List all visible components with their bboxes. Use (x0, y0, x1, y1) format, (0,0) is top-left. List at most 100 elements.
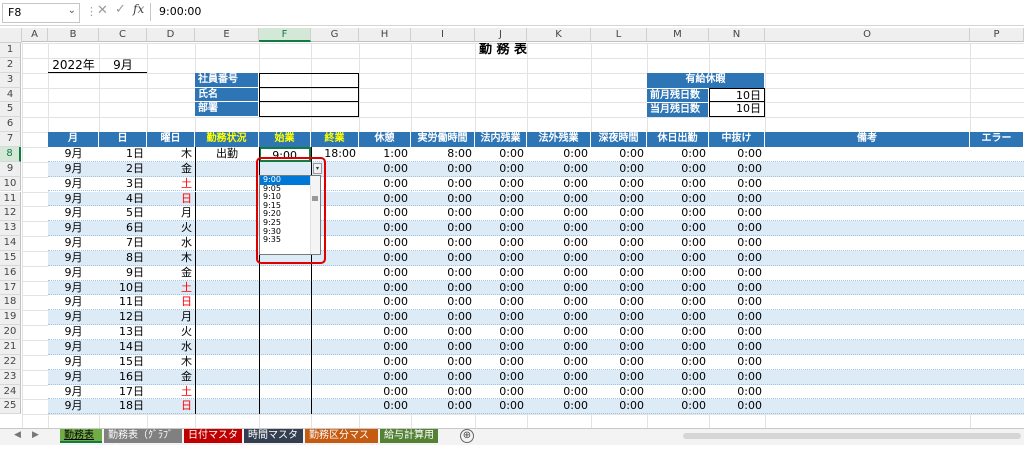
time-value[interactable]: 0:00 (475, 192, 527, 207)
month-value[interactable]: 9月 (48, 147, 99, 162)
work-hours-value[interactable]: 0:00 (411, 370, 475, 385)
weekday-value[interactable]: 木 (147, 251, 195, 266)
curr-month-value[interactable]: 10日 (709, 102, 765, 118)
time-value[interactable]: 0:00 (527, 221, 591, 236)
break-value[interactable]: 0:00 (359, 251, 411, 266)
day-value[interactable]: 4日 (99, 192, 147, 207)
prev-month-value[interactable]: 10日 (709, 87, 765, 103)
time-value[interactable]: 0:00 (591, 177, 647, 192)
work-hours-value[interactable]: 0:00 (411, 310, 475, 325)
break-value[interactable]: 0:00 (359, 221, 411, 236)
time-value[interactable]: 0:00 (475, 385, 527, 400)
time-value[interactable]: 0:00 (709, 370, 765, 385)
work-hours-value[interactable]: 0:00 (411, 221, 475, 236)
time-value[interactable]: 0:00 (527, 355, 591, 370)
month-value[interactable]: 9月 (48, 355, 99, 370)
time-value[interactable]: 0:00 (647, 385, 709, 400)
time-value[interactable]: 0:00 (591, 399, 647, 414)
time-value[interactable]: 0:00 (475, 340, 527, 355)
work-hours-value[interactable]: 0:00 (411, 385, 475, 400)
time-value[interactable]: 0:00 (527, 310, 591, 325)
time-value[interactable]: 0:00 (709, 325, 765, 340)
column-header-h[interactable]: H (359, 28, 411, 42)
year-cell[interactable]: 2022年 (48, 58, 99, 73)
break-value[interactable]: 1:00 (359, 147, 411, 162)
cancel-icon[interactable]: ✕ (97, 3, 108, 18)
row-header-5[interactable]: 5 (0, 102, 21, 118)
column-header-l[interactable]: L (591, 28, 647, 42)
time-value[interactable]: 0:00 (527, 177, 591, 192)
time-value[interactable]: 0:00 (591, 385, 647, 400)
column-header-o[interactable]: O (765, 28, 970, 42)
chevron-down-icon[interactable]: ⌄ (68, 5, 76, 16)
row-header-23[interactable]: 23 (0, 369, 21, 385)
break-value[interactable]: 0:00 (359, 310, 411, 325)
row-header-7[interactable]: 7 (0, 132, 21, 147)
row-header-17[interactable]: 17 (0, 280, 21, 296)
time-value[interactable]: 0:00 (591, 325, 647, 340)
work-hours-value[interactable]: 0:00 (411, 162, 475, 177)
day-value[interactable]: 16日 (99, 370, 147, 385)
row-header-1[interactable]: 1 (0, 43, 21, 58)
time-value[interactable]: 0:00 (527, 295, 591, 310)
time-value[interactable]: 0:00 (527, 147, 591, 162)
row-header-20[interactable]: 20 (0, 325, 21, 340)
dropdown-arrow-button[interactable]: ▾ (313, 163, 322, 174)
day-value[interactable]: 11日 (99, 295, 147, 310)
time-value[interactable]: 0:00 (527, 206, 591, 221)
column-header-k[interactable]: K (527, 28, 591, 42)
time-value[interactable]: 0:00 (709, 236, 765, 251)
row-header-12[interactable]: 12 (0, 206, 21, 222)
time-value[interactable]: 0:00 (709, 147, 765, 162)
time-value[interactable]: 0:00 (709, 162, 765, 177)
day-value[interactable]: 7日 (99, 236, 147, 251)
row-header-2[interactable]: 2 (0, 57, 21, 73)
time-value[interactable]: 0:00 (591, 370, 647, 385)
day-value[interactable]: 5日 (99, 206, 147, 221)
weekday-value[interactable]: 金 (147, 370, 195, 385)
time-value[interactable]: 0:00 (591, 355, 647, 370)
column-header-d[interactable]: D (147, 28, 195, 42)
break-value[interactable]: 0:00 (359, 295, 411, 310)
column-header-i[interactable]: I (411, 28, 475, 42)
time-value[interactable]: 0:00 (527, 162, 591, 177)
time-value[interactable]: 0:00 (647, 325, 709, 340)
month-value[interactable]: 9月 (48, 251, 99, 266)
info-input[interactable] (259, 87, 359, 103)
month-value[interactable]: 9月 (48, 236, 99, 251)
break-value[interactable]: 0:00 (359, 162, 411, 177)
break-value[interactable]: 0:00 (359, 177, 411, 192)
time-value[interactable]: 0:00 (527, 281, 591, 296)
month-value[interactable]: 9月 (48, 340, 99, 355)
time-value[interactable]: 0:00 (647, 192, 709, 207)
month-value[interactable]: 9月 (48, 281, 99, 296)
time-value[interactable]: 0:00 (647, 251, 709, 266)
break-value[interactable]: 0:00 (359, 399, 411, 414)
time-value[interactable]: 0:00 (709, 192, 765, 207)
time-value[interactable]: 0:00 (475, 266, 527, 281)
sheet-tab[interactable]: 勤務表（ｸﾞﾗﾌﾞ1） (104, 429, 182, 455)
month-value[interactable]: 9月 (48, 385, 99, 400)
row-header-16[interactable]: 16 (0, 265, 21, 281)
day-value[interactable]: 8日 (99, 251, 147, 266)
work-hours-value[interactable]: 0:00 (411, 281, 475, 296)
time-value[interactable]: 0:00 (475, 147, 527, 162)
row-header-3[interactable]: 3 (0, 72, 21, 88)
time-value[interactable]: 0:00 (527, 385, 591, 400)
break-value[interactable]: 0:00 (359, 385, 411, 400)
month-value[interactable]: 9月 (48, 206, 99, 221)
day-value[interactable]: 1日 (99, 147, 147, 162)
work-hours-value[interactable]: 0:00 (411, 206, 475, 221)
column-header-e[interactable]: E (195, 28, 259, 42)
break-value[interactable]: 0:00 (359, 281, 411, 296)
column-header-f[interactable]: F (259, 28, 311, 42)
column-header-m[interactable]: M (647, 28, 709, 42)
sheet-tab[interactable]: 勤務区分マスタ (305, 429, 378, 455)
time-value[interactable]: 0:00 (475, 281, 527, 296)
sheet-tab[interactable]: 給与計算用 (380, 429, 438, 443)
time-value[interactable]: 0:00 (647, 221, 709, 236)
time-value[interactable]: 0:00 (647, 340, 709, 355)
month-value[interactable]: 9月 (48, 192, 99, 207)
sheet-tab[interactable]: 時間マスタ (244, 429, 303, 443)
time-value[interactable]: 0:00 (647, 399, 709, 414)
